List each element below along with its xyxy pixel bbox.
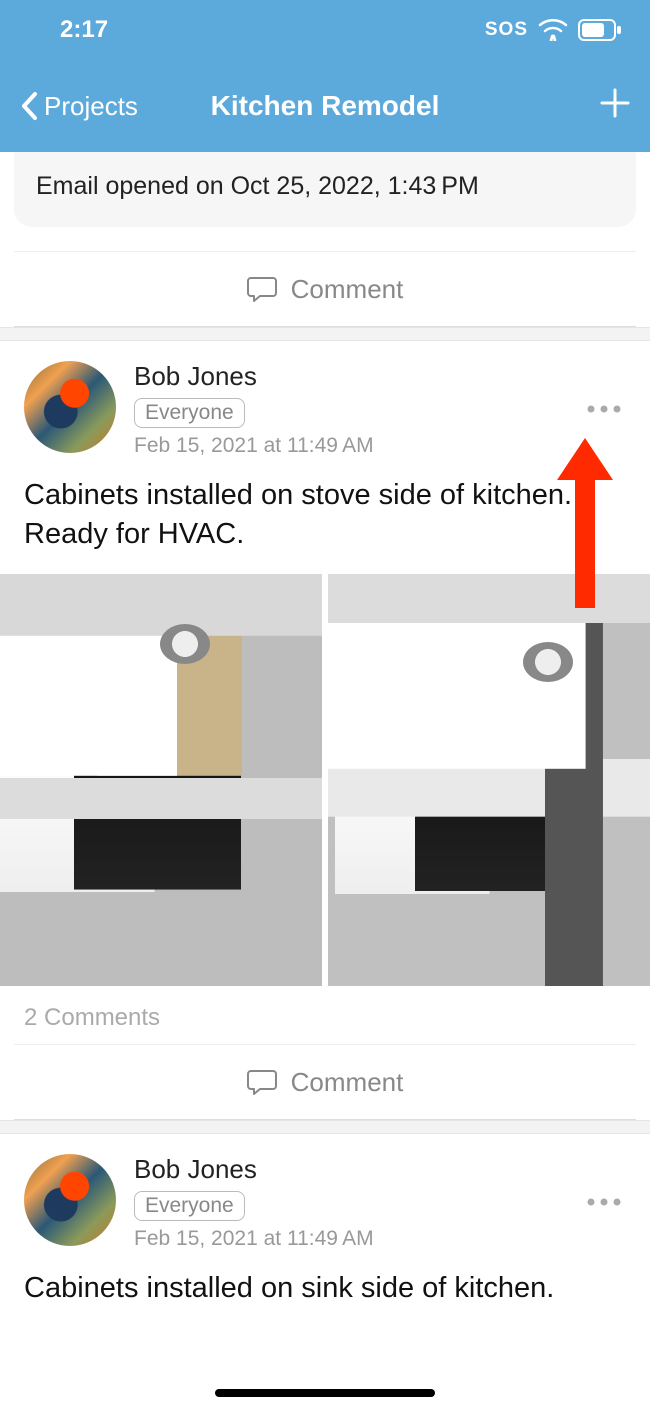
- wifi-icon: [538, 19, 568, 41]
- avatar[interactable]: [24, 361, 116, 453]
- avatar[interactable]: [24, 1154, 116, 1246]
- post-meta: Bob Jones Everyone Feb 15, 2021 at 11:49…: [134, 1154, 626, 1251]
- audience-badge[interactable]: Everyone: [134, 1191, 245, 1221]
- comment-label: Comment: [291, 1067, 404, 1098]
- section-divider: [0, 1120, 650, 1134]
- post-header: Bob Jones Everyone Feb 15, 2021 at 11:49…: [0, 361, 650, 458]
- back-button[interactable]: Projects: [20, 91, 138, 122]
- post-photos: [0, 574, 650, 986]
- more-horizontal-icon: [586, 1197, 622, 1207]
- status-bar: 2:17 SOS: [0, 0, 650, 60]
- post-photo[interactable]: [0, 574, 322, 986]
- post-timestamp: Feb 15, 2021 at 11:49 AM: [134, 434, 626, 458]
- plus-icon: [600, 88, 630, 118]
- comment-label: Comment: [291, 274, 404, 305]
- chevron-left-icon: [20, 91, 40, 121]
- post-menu-button[interactable]: [586, 1182, 622, 1214]
- comments-count[interactable]: 2 Comments: [0, 986, 650, 1044]
- post-menu-button[interactable]: [586, 389, 622, 421]
- feed-post: Bob Jones Everyone Feb 15, 2021 at 11:49…: [0, 1134, 650, 1322]
- back-label: Projects: [44, 91, 138, 122]
- comment-button[interactable]: Comment: [14, 251, 636, 327]
- feed-post: Bob Jones Everyone Feb 15, 2021 at 11:49…: [0, 341, 650, 1120]
- more-horizontal-icon: [586, 404, 622, 414]
- post-photo[interactable]: [328, 574, 650, 986]
- section-divider: [0, 327, 650, 341]
- post-author[interactable]: Bob Jones: [134, 361, 626, 392]
- post-body: Cabinets installed on stove side of kitc…: [0, 458, 650, 568]
- sos-indicator: SOS: [485, 19, 528, 41]
- post-timestamp: Feb 15, 2021 at 11:49 AM: [134, 1227, 626, 1251]
- email-opened-text: Email opened on Oct 25, 2022, 1:43 PM: [36, 172, 479, 200]
- home-indicator[interactable]: [215, 1389, 435, 1397]
- comment-icon: [247, 1068, 277, 1096]
- status-time: 2:17: [60, 16, 108, 44]
- comment-icon: [247, 275, 277, 303]
- add-button[interactable]: [600, 85, 630, 128]
- post-author[interactable]: Bob Jones: [134, 1154, 626, 1185]
- post-body: Cabinets installed on sink side of kitch…: [0, 1251, 650, 1322]
- post-header: Bob Jones Everyone Feb 15, 2021 at 11:49…: [0, 1154, 650, 1251]
- email-opened-notice: Email opened on Oct 25, 2022, 1:43 PM: [14, 152, 636, 227]
- nav-bar: Projects Kitchen Remodel: [0, 60, 650, 152]
- post-meta: Bob Jones Everyone Feb 15, 2021 at 11:49…: [134, 361, 626, 458]
- battery-icon: [578, 19, 622, 41]
- status-icons: SOS: [485, 19, 622, 41]
- audience-badge[interactable]: Everyone: [134, 398, 245, 428]
- comment-button[interactable]: Comment: [14, 1044, 636, 1120]
